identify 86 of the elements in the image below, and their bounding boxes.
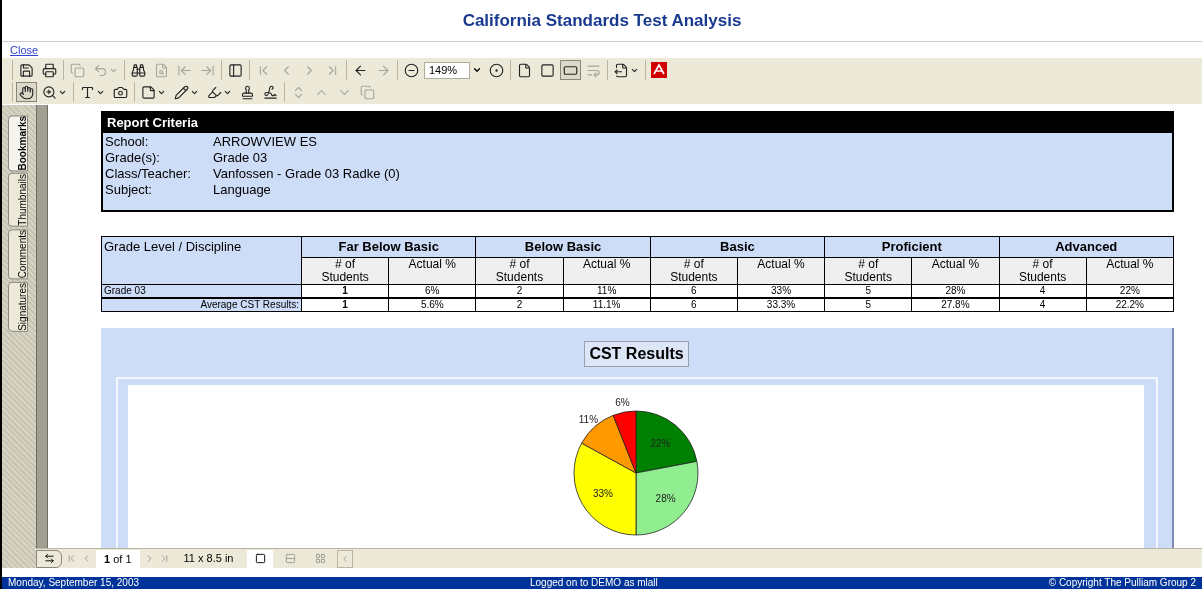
table-cell: 11.1% — [563, 297, 651, 311]
pencil-icon — [174, 84, 189, 100]
stamp-icon — [240, 84, 255, 100]
window-title: California Standards Test Analysis — [462, 9, 742, 32]
side-tab[interactable]: Comments — [8, 229, 28, 280]
field-label: Class/Teacher: — [105, 166, 192, 182]
magnifier-icon — [42, 84, 57, 100]
printer-icon — [42, 62, 57, 78]
table-header: Actual % — [563, 257, 651, 284]
field-label: Subject: — [105, 182, 153, 198]
data-label: 11% — [578, 413, 599, 425]
table-header: # of Students — [999, 257, 1087, 284]
signature-icon — [263, 84, 278, 100]
table-cell: 27.8% — [911, 297, 999, 311]
pages-icon — [360, 84, 375, 100]
zoom-field[interactable]: 149% — [424, 61, 470, 79]
table-header: # of Students — [650, 257, 738, 284]
toolbar-button[interactable] — [16, 82, 37, 102]
note-icon — [141, 84, 156, 100]
chart-title: CST Results — [584, 340, 689, 367]
first-page-icon — [66, 553, 77, 564]
undo-icon — [93, 62, 108, 78]
table-cell: Average CST Results: — [101, 297, 302, 311]
field-label: School: — [105, 134, 150, 150]
status-copyright: © Copyright The Pulliam Group 2 — [1048, 577, 1196, 589]
status-date: Monday, September 15, 2003 — [8, 577, 139, 589]
field-value: Vanfossen - Grade 03 Radke (0) — [213, 166, 401, 182]
table-header: Below Basic — [475, 236, 651, 257]
table-header: Actual % — [1086, 257, 1174, 284]
table-cell: 5 — [824, 297, 912, 311]
zoom-out-icon — [404, 62, 419, 78]
text-select-icon — [80, 84, 95, 100]
data-label: 22% — [650, 437, 671, 449]
status-login: Logged on to DEMO as mlall — [529, 577, 658, 589]
camera-icon — [113, 84, 128, 100]
table-cell: 4 — [999, 297, 1087, 311]
binoculars-icon — [131, 62, 146, 78]
table-header: # of Students — [475, 257, 564, 284]
hand-icon — [19, 84, 34, 100]
table-header: Advanced — [999, 236, 1174, 257]
fit-page-icon — [540, 62, 555, 78]
left-right-arrow-icon — [43, 553, 55, 564]
side-tab[interactable]: Thumbnails — [8, 173, 28, 228]
right-arrow-icon — [376, 62, 391, 78]
data-label: 6% — [615, 396, 630, 408]
table-header: Actual % — [737, 257, 825, 284]
field-value: ARROWVIEW ES — [213, 134, 318, 150]
single-page-icon — [255, 553, 266, 564]
field-value: Language — [213, 182, 272, 198]
split-button[interactable] — [36, 549, 62, 568]
table-cell: 6 — [650, 297, 738, 311]
panel-title: Report Criteria — [107, 114, 199, 133]
page-layout-button[interactable] — [247, 549, 274, 568]
caret-icon — [472, 65, 482, 75]
table-cell: 5.6% — [388, 297, 476, 311]
table-header: # of Students — [824, 257, 912, 284]
page-size: 11 x 8.5 in — [182, 551, 235, 567]
side-tab[interactable]: Signatures — [8, 281, 28, 332]
table-header: Far Below Basic — [301, 236, 476, 257]
table-cell: 22.2% — [1086, 297, 1174, 311]
page-field[interactable]: 1 of 1 — [96, 549, 140, 568]
table-cell: 1 — [301, 297, 389, 311]
page-icon — [517, 62, 532, 78]
table-header: Actual % — [388, 257, 476, 284]
search-icon — [154, 62, 169, 78]
export-icon — [614, 62, 629, 78]
panel-icon — [228, 62, 243, 78]
continuous-pages-icon — [285, 553, 296, 564]
toolbar-button[interactable] — [560, 60, 581, 80]
table-header: # of Students — [301, 257, 389, 284]
table-header: Basic — [650, 236, 825, 257]
table-header: Actual % — [911, 257, 999, 284]
reflow-icon — [586, 62, 601, 78]
field-label: Grade(s): — [105, 150, 161, 166]
data-label: 28% — [655, 492, 676, 503]
table-cell: 2 — [475, 297, 564, 311]
table-header: Grade Level / Discipline — [101, 236, 302, 284]
field-value: Grade 03 — [213, 150, 269, 166]
copy-icon — [70, 62, 85, 78]
table-cell: 33.3% — [737, 297, 825, 311]
table-header: Proficient — [824, 236, 999, 257]
highlighter-icon — [207, 84, 222, 100]
close-link[interactable]: Close — [10, 41, 39, 59]
side-tab[interactable]: Bookmarks — [8, 115, 28, 172]
facing-pages-icon — [315, 553, 326, 564]
data-label: 33% — [592, 487, 613, 499]
